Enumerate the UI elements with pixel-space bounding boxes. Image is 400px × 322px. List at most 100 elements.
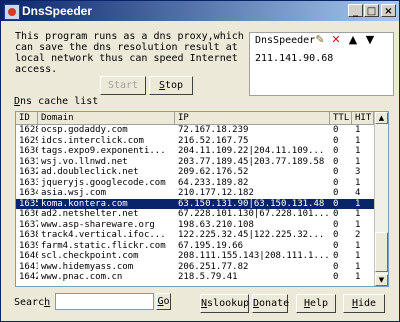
cell-domain: www.pnac.com.cn <box>41 272 123 282</box>
cell-id: 1636 <box>19 209 38 219</box>
cell-ttl: 0 <box>333 219 339 230</box>
delete-icon[interactable]: ✕ <box>330 34 342 46</box>
table-row[interactable]: 1632ad.doubleclick.net 209.62.176.52 0 3 <box>16 167 374 178</box>
app-window: DnsSpeeder _ □ × This program runs as a … <box>0 0 400 322</box>
arrow-up-icon[interactable]: ▲ <box>347 34 359 46</box>
cell-id: 1634 <box>19 188 38 198</box>
cell-ttl: 0 <box>333 198 339 209</box>
cell-ttl: 0 <box>333 272 339 282</box>
cell-ttl: 0 <box>333 125 339 135</box>
cell-hit: 2 <box>355 230 361 240</box>
dns-server-ip[interactable]: 211.141.90.68 <box>255 53 333 64</box>
cell-ip: 204.11.109.22|204.11.109... <box>178 146 325 156</box>
vertical-scrollbar[interactable]: ▲ ▼ <box>374 112 388 286</box>
go-button[interactable]: Go <box>156 293 171 310</box>
table-row[interactable]: 1631wsj.vo.llnwd.net 203.77.189.45|203.77… <box>16 157 374 168</box>
title-bar[interactable]: DnsSpeeder _ □ × <box>1 1 399 21</box>
table-row[interactable]: 1628ocsp.godaddy.com 72.167.18.239 0 1 <box>16 125 374 136</box>
scroll-up-icon[interactable]: ▲ <box>375 112 388 124</box>
cell-ip: 203.77.189.45|203.77.189.58 <box>178 156 325 167</box>
table-row[interactable]: 1633jqueryjs.googlecode.com 64.233.189.82… <box>16 178 374 189</box>
search-input[interactable] <box>55 293 154 310</box>
dns-server-panel: DnsSpeeder ✎ ✕ ▲ ▼ 211.141.90.68 <box>249 32 394 96</box>
dns-panel-title: DnsSpeeder <box>255 35 316 46</box>
cell-ttl: 0 <box>333 167 339 177</box>
cell-ip: 67.195.19.66 <box>178 240 244 251</box>
donate-label: onate <box>259 298 290 309</box>
cell-hit: 1 <box>355 272 361 282</box>
dns-cache-table[interactable]: ID Domain IP TTL HIT 1628ocsp.godaddy.co… <box>15 111 389 287</box>
edit-icon[interactable]: ✎ <box>314 34 326 46</box>
column-header-hit[interactable]: HIT <box>352 112 374 124</box>
column-header-ip[interactable]: IP <box>175 112 330 124</box>
cache-label-text: ns cache list <box>20 96 99 107</box>
cell-hit: 1 <box>355 251 361 261</box>
start-button[interactable]: Start <box>100 76 146 95</box>
cell-ttl: 0 <box>333 177 339 188</box>
description-text: This program runs as a dns proxy,which c… <box>15 31 244 75</box>
cell-hit: 1 <box>355 146 361 156</box>
cell-id: 1641 <box>19 261 38 272</box>
cell-id: 1637 <box>19 219 38 230</box>
cell-hit: 4 <box>355 188 361 198</box>
table-row[interactable]: 1642www.pnac.com.cn 218.5.79.41 0 1 <box>16 272 374 283</box>
scroll-thumb[interactable] <box>375 232 388 272</box>
cell-domain: ad2.netshelter.net <box>41 209 139 219</box>
cell-hit: 1 <box>355 135 361 146</box>
cell-domain: ocsp.godaddy.com <box>41 125 128 135</box>
cell-id: 1632 <box>19 167 38 177</box>
table-row[interactable]: 1638track4.vertical.ifoc... 122.225.32.45… <box>16 230 374 241</box>
table-row[interactable]: 1641www.hidemyass.com 206.251.77.82 0 1 <box>16 262 374 273</box>
cell-domain: www.hidemyass.com <box>41 261 134 272</box>
column-header-domain[interactable]: Domain <box>38 112 175 124</box>
cell-hit: 1 <box>355 198 361 209</box>
cell-ip: 198.63.210.108 <box>178 219 254 230</box>
table-row[interactable]: 1637www.asp-shareware.org 198.63.210.108 0… <box>16 220 374 231</box>
hide-button[interactable]: Hide <box>343 294 385 313</box>
cell-domain: wsj.vo.llnwd.net <box>41 156 128 167</box>
cell-ttl: 0 <box>333 230 339 240</box>
cell-ip: 63.150.131.90|63.150.131.48 <box>178 198 325 209</box>
table-row[interactable]: 1629idcs.interclick.com 216.52.167.75 0 1 <box>16 136 374 147</box>
cell-id: 1633 <box>19 177 38 188</box>
hide-label: ide <box>357 298 377 309</box>
table-row[interactable]: 1634asia.wsj.com 210.177.12.182 0 4 <box>16 188 374 199</box>
donate-button[interactable]: Donate <box>252 294 290 313</box>
table-row[interactable]: 1630tags.expo9.exponenti... 204.11.109.22… <box>16 146 374 157</box>
cell-id: 1639 <box>19 240 38 251</box>
help-button[interactable]: Help <box>296 294 336 313</box>
cell-ip: 208.111.155.143|208.111.1... <box>178 251 330 261</box>
cell-ip: 209.62.176.52 <box>178 167 249 177</box>
table-row[interactable]: 1636ad2.netshelter.net 67.228.101.130|67.… <box>16 209 374 220</box>
cell-domain: www.asp-shareware.org <box>41 219 155 230</box>
minimize-button[interactable]: _ <box>348 4 363 17</box>
column-header-id[interactable]: ID <box>16 112 38 124</box>
close-button[interactable]: × <box>381 4 396 17</box>
table-row[interactable]: 1635koma.kontera.com 63.150.131.90|63.150… <box>16 198 374 209</box>
table-row[interactable]: 1640scl.checkpoint.com 208.111.155.143|20… <box>16 251 374 262</box>
stop-button[interactable]: Stop <box>149 76 193 95</box>
scroll-down-icon[interactable]: ▼ <box>375 274 388 286</box>
table-row[interactable]: 1639farm4.static.flickr.com 67.195.19.66 0… <box>16 241 374 252</box>
cell-domain: ad.doubleclick.net <box>41 167 139 177</box>
cell-domain: idcs.interclick.com <box>41 135 144 146</box>
nslookup-label: slookup <box>207 298 250 309</box>
maximize-button[interactable]: □ <box>364 4 379 17</box>
cell-id: 1642 <box>19 272 38 282</box>
go-label: o <box>163 296 170 307</box>
cell-domain: track4.vertical.ifoc... <box>41 230 166 240</box>
cell-ttl: 0 <box>333 251 339 261</box>
cache-list-label: Dns cache list <box>14 96 98 107</box>
cell-ip: 210.177.12.182 <box>178 188 254 198</box>
cell-hit: 1 <box>355 219 361 230</box>
search-label-text: Searc <box>14 297 45 308</box>
cell-id: 1631 <box>19 156 38 167</box>
cell-domain: koma.kontera.com <box>41 198 128 209</box>
cell-hit: 1 <box>355 209 361 219</box>
nslookup-button[interactable]: Nslookup <box>200 294 249 313</box>
cell-hit: 1 <box>355 240 361 251</box>
cell-ip: 64.233.189.82 <box>178 177 249 188</box>
cell-id: 1640 <box>19 251 38 261</box>
column-header-ttl[interactable]: TTL <box>330 112 352 124</box>
arrow-down-icon[interactable]: ▼ <box>364 34 376 46</box>
